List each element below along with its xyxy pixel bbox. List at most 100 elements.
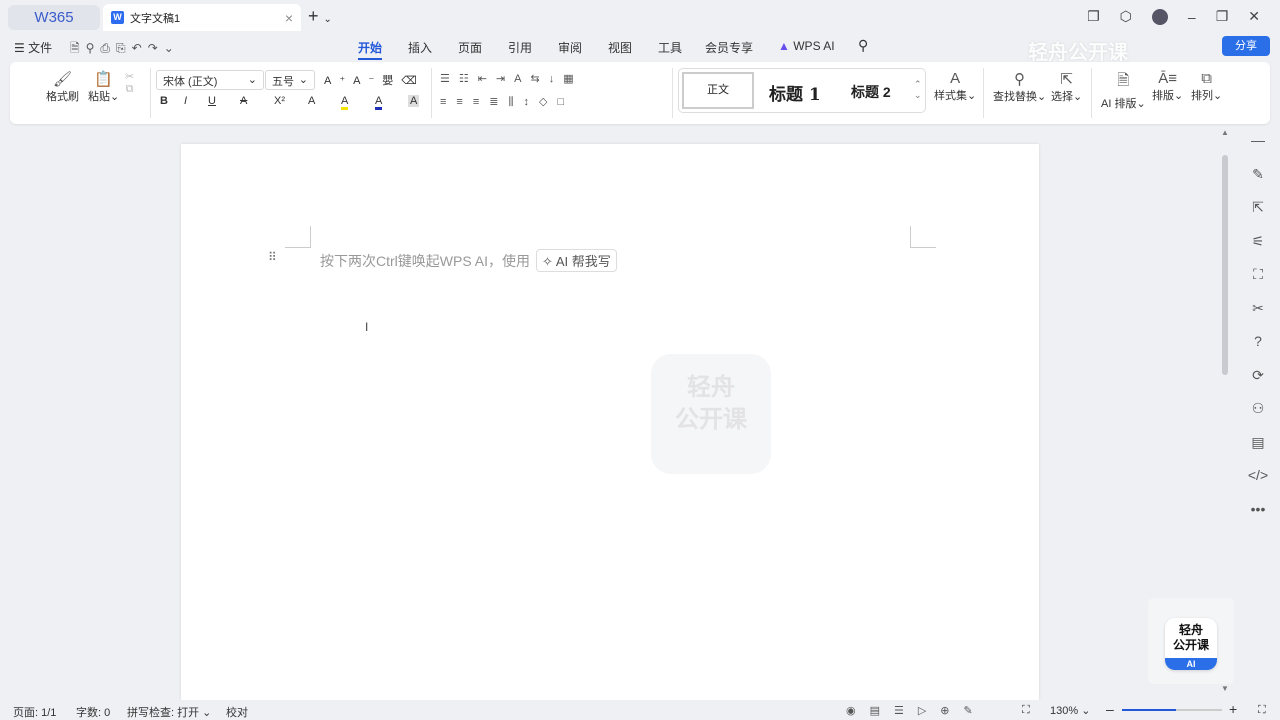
char-shading-button[interactable]: A — [408, 95, 420, 107]
pen-icon[interactable]: ✎ — [1245, 166, 1271, 200]
table-icon[interactable]: ▤ — [1245, 434, 1271, 468]
zoom-in-button[interactable]: + — [1229, 701, 1237, 717]
tab-references[interactable]: 引用 — [508, 39, 532, 56]
style-heading-2[interactable]: 标题 2 — [851, 82, 891, 102]
paragraph-align-controls[interactable]: ≡≡≡≣⫼↕◇□ — [440, 95, 574, 109]
sync-icon[interactable]: ⟳ — [1245, 367, 1271, 401]
scroll-up-icon[interactable]: ▲ — [1221, 128, 1229, 137]
tab-member[interactable]: 会员专享 — [705, 39, 753, 56]
fit-icon[interactable]: ⛶ — [1022, 704, 1030, 717]
watermark-card: 轻舟 公开课 AI — [1148, 598, 1234, 684]
close-window-icon[interactable]: ✕ — [1248, 8, 1260, 25]
zoom-slider-fill — [1122, 709, 1177, 711]
ai-layout-button[interactable]: 🗎 AI 排版⌄ — [1101, 70, 1146, 111]
tab-home[interactable]: 开始 — [358, 39, 383, 60]
zoom-out-button[interactable]: – — [1106, 701, 1114, 717]
format-painter-button[interactable]: 🖌 格式刷 — [46, 70, 79, 104]
new-tab-button[interactable]: + ⌄ — [308, 6, 332, 27]
zoom-value: 130% — [1050, 705, 1079, 717]
search-icon[interactable]: ⚲ — [858, 37, 868, 54]
drag-handle-icon[interactable]: ⠿ — [268, 250, 277, 264]
cursor-icon: ⇱ — [1060, 71, 1073, 88]
font-size-controls[interactable]: A⁺A⁻嬰⌫ — [324, 72, 425, 88]
proofread[interactable]: 校对 — [226, 704, 248, 720]
view-mode-icons[interactable]: ◉▤☰▷⊕✎ — [846, 704, 987, 717]
paste-button[interactable]: 📋 粘贴⌄ — [88, 70, 119, 104]
font-size-select[interactable]: 五号 ⌄ — [265, 70, 315, 90]
help-icon[interactable]: ? — [1245, 333, 1271, 367]
font-family-select[interactable]: 宋体 (正文) ⌄ — [156, 70, 264, 90]
style-normal[interactable]: 正文 — [682, 72, 754, 109]
vertical-scrollbar[interactable] — [1222, 155, 1228, 375]
font-color-button[interactable]: A — [375, 95, 383, 110]
style-heading-1[interactable]: 标题 1 — [769, 80, 821, 105]
ai-hint: 按下两次Ctrl键唤起WPS AI，使用 ✧ AI 帮我写 — [320, 249, 617, 272]
page-count[interactable]: 页面: 1/1 — [13, 704, 56, 720]
avatar[interactable] — [1151, 8, 1168, 25]
window-mode-icon[interactable]: ❐ — [1087, 8, 1100, 25]
sliders-icon[interactable]: ⚟ — [1245, 233, 1271, 267]
tab-insert[interactable]: 插入 — [408, 39, 432, 56]
tab-review[interactable]: 审阅 — [558, 39, 582, 56]
window-controls: ❐ ⬡ – ❐ ✕ — [1087, 8, 1260, 25]
minimize-icon[interactable]: – — [1188, 9, 1196, 25]
brand-logo: 轻舟 公开课 AI — [1165, 618, 1217, 670]
wps-ai-icon: ▲ — [778, 39, 790, 53]
document-tab[interactable]: W 文字文稿1 × — [103, 4, 301, 31]
scroll-down-icon[interactable]: ▼ — [1221, 684, 1229, 693]
italic-button[interactable]: I — [184, 95, 187, 107]
ribbon: 🖌 格式刷 📋 粘贴⌄ ✂ ⧉ 宋体 (正文) ⌄ 五号 ⌄ A⁺A⁻嬰⌫ B I U A… — [10, 62, 1270, 124]
find-replace-button[interactable]: ⚲ 查找替换⌄ — [993, 70, 1046, 104]
highlight-button[interactable]: A — [341, 95, 349, 110]
code-icon[interactable]: </> — [1245, 467, 1271, 501]
arrange-label: 排列 — [1191, 90, 1213, 102]
bold-button[interactable]: B — [160, 95, 168, 107]
cube-icon[interactable]: ⬡ — [1120, 8, 1132, 25]
style-scroll[interactable]: ⌃ ⌄ — [914, 79, 922, 101]
share-button[interactable]: 分享 — [1222, 36, 1270, 56]
zoom-select[interactable]: 130% ⌄ — [1050, 704, 1090, 717]
tab-page[interactable]: 页面 — [458, 39, 482, 56]
ai-hint-text: 按下两次Ctrl键唤起WPS AI，使用 — [320, 252, 531, 269]
fullscreen-icon[interactable]: ⛶ — [1258, 704, 1266, 717]
strikethrough-button[interactable]: A — [240, 95, 247, 107]
underline-button[interactable]: U — [208, 95, 216, 107]
quick-access-toolbar[interactable]: 🗎⚲⎙⎘↶↷⌄ — [70, 39, 180, 60]
tools-icon[interactable]: ✂ — [1245, 300, 1271, 334]
select-button[interactable]: ⇱ 选择⌄ — [1051, 70, 1082, 104]
font-family-value: 宋体 (正文) — [163, 76, 218, 88]
format-painter-label: 格式刷 — [46, 91, 79, 103]
writer-icon: W — [111, 11, 124, 24]
more-icon[interactable]: ••• — [1245, 501, 1271, 535]
text-effect-button[interactable]: A — [308, 95, 315, 107]
home-tab[interactable]: W365 — [8, 5, 100, 30]
spell-check[interactable]: 拼写检查: 打开 ⌄ — [127, 704, 211, 720]
layout-button[interactable]: Ā≡ 排版⌄ — [1152, 70, 1183, 103]
tab-view[interactable]: 视图 — [608, 39, 632, 56]
shirt-icon[interactable]: ⚇ — [1245, 400, 1271, 434]
text-cursor-icon: I — [365, 320, 369, 334]
wps-ai-label: WPS AI — [793, 39, 835, 53]
cut-button[interactable]: ✂ ⧉ — [125, 70, 134, 96]
arrange-icon: ⧉ — [1201, 70, 1212, 87]
superscript-button[interactable]: X² — [274, 95, 285, 107]
arrange-button[interactable]: ⧉ 排列⌄ — [1191, 70, 1222, 103]
restore-icon[interactable]: ❐ — [1216, 8, 1229, 25]
cursor-icon[interactable]: ⇱ — [1245, 199, 1271, 233]
layout-icon: Ā≡ — [1158, 70, 1177, 87]
close-tab-icon[interactable]: × — [285, 10, 293, 26]
tab-tools[interactable]: 工具 — [658, 39, 682, 56]
word-count[interactable]: 字数: 0 — [76, 704, 110, 720]
style-gallery: 正文 标题 1 标题 2 ⌃ ⌄ — [678, 68, 926, 113]
file-menu[interactable]: ☰ 文件 — [14, 39, 52, 56]
paragraph-list-controls[interactable]: ☰☷⇤⇥A⇆↓▦ — [440, 72, 583, 85]
collapse-icon[interactable]: — — [1245, 132, 1271, 166]
ai-write-button[interactable]: ✧ AI 帮我写 — [536, 249, 617, 272]
magnifier-icon: ⚲ — [1014, 71, 1026, 88]
layout-label: 排版 — [1152, 90, 1174, 102]
tab-wps-ai[interactable]: ▲ WPS AI — [778, 39, 835, 53]
document-page[interactable]: ⠿ 按下两次Ctrl键唤起WPS AI，使用 ✧ AI 帮我写 I 轻舟 公开课 — [181, 144, 1039, 700]
style-set-button[interactable]: A 样式集⌄ — [934, 70, 976, 103]
paste-label: 粘贴 — [88, 91, 110, 103]
image-edit-icon[interactable]: ⛶ — [1245, 266, 1271, 300]
